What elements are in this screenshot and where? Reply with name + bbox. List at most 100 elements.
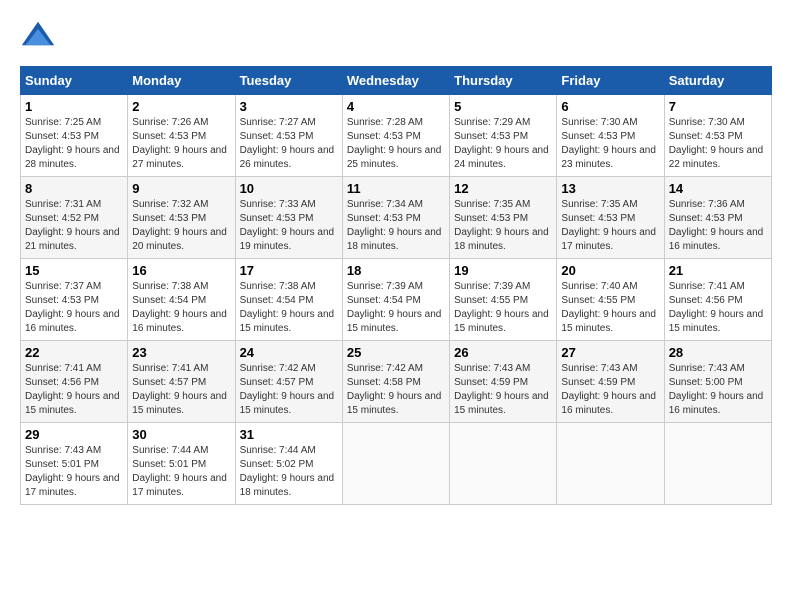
day-number: 9 [132,181,230,196]
calendar-day-cell: 21 Sunrise: 7:41 AMSunset: 4:56 PMDayligh… [664,259,771,341]
day-info: Sunrise: 7:42 AMSunset: 4:57 PMDaylight:… [240,362,338,418]
day-number: 21 [669,263,767,278]
calendar-day-cell: 19 Sunrise: 7:39 AMSunset: 4:55 PMDayligh… [450,259,557,341]
day-number: 7 [669,99,767,114]
day-info: Sunrise: 7:44 AMSunset: 5:02 PMDaylight:… [240,444,338,500]
calendar-week-row: 29 Sunrise: 7:43 AMSunset: 5:01 PMDayligh… [21,423,772,505]
day-number: 1 [25,99,123,114]
day-number: 11 [347,181,445,196]
day-info: Sunrise: 7:34 AMSunset: 4:53 PMDaylight:… [347,198,445,254]
calendar-day-cell: 28 Sunrise: 7:43 AMSunset: 5:00 PMDayligh… [664,341,771,423]
day-number: 3 [240,99,338,114]
calendar-day-cell: 20 Sunrise: 7:40 AMSunset: 4:55 PMDayligh… [557,259,664,341]
calendar-day-cell: 12 Sunrise: 7:35 AMSunset: 4:53 PMDayligh… [450,177,557,259]
calendar-day-cell: 2Sunrise: 7:26 AMSunset: 4:53 PMDaylight… [128,95,235,177]
calendar-day-cell: 4 Sunrise: 7:28 AMSunset: 4:53 PMDaylight… [342,95,449,177]
calendar-day-cell: 3Sunrise: 7:27 AMSunset: 4:53 PMDaylight… [235,95,342,177]
day-of-week-header: Monday [128,67,235,95]
day-info: Sunrise: 7:43 AMSunset: 4:59 PMDaylight:… [561,362,659,418]
day-of-week-header: Sunday [21,67,128,95]
day-info: Sunrise: 7:36 AMSunset: 4:53 PMDaylight:… [669,198,767,254]
calendar-header-row: SundayMondayTuesdayWednesdayThursdayFrid… [21,67,772,95]
calendar-day-cell: 22 Sunrise: 7:41 AMSunset: 4:56 PMDayligh… [21,341,128,423]
calendar-day-cell: 5 Sunrise: 7:29 AMSunset: 4:53 PMDaylight… [450,95,557,177]
day-info: Sunrise: 7:28 AMSunset: 4:53 PMDaylight:… [347,116,445,172]
day-number: 24 [240,345,338,360]
empty-calendar-cell [450,423,557,505]
day-info: Sunrise: 7:32 AMSunset: 4:53 PMDaylight:… [132,198,230,254]
calendar-day-cell: 23 Sunrise: 7:41 AMSunset: 4:57 PMDayligh… [128,341,235,423]
day-info: Sunrise: 7:35 AMSunset: 4:53 PMDaylight:… [454,198,552,254]
day-info: Sunrise: 7:44 AMSunset: 5:01 PMDaylight:… [132,444,230,500]
day-info: Sunrise: 7:41 AMSunset: 4:56 PMDaylight:… [25,362,123,418]
day-number: 6 [561,99,659,114]
day-number: 28 [669,345,767,360]
day-number: 16 [132,263,230,278]
day-number: 23 [132,345,230,360]
day-number: 14 [669,181,767,196]
day-number: 13 [561,181,659,196]
calendar-day-cell: 25 Sunrise: 7:42 AMSunset: 4:58 PMDayligh… [342,341,449,423]
day-info: Sunrise: 7:38 AMSunset: 4:54 PMDaylight:… [240,280,338,336]
calendar-day-cell: 8 Sunrise: 7:31 AMSunset: 4:52 PMDaylight… [21,177,128,259]
logo [20,20,62,56]
calendar-day-cell: 29 Sunrise: 7:43 AMSunset: 5:01 PMDayligh… [21,423,128,505]
day-info: Sunrise: 7:42 AMSunset: 4:58 PMDaylight:… [347,362,445,418]
day-number: 17 [240,263,338,278]
day-of-week-header: Friday [557,67,664,95]
day-number: 12 [454,181,552,196]
empty-calendar-cell [557,423,664,505]
calendar-day-cell: 26 Sunrise: 7:43 AMSunset: 4:59 PMDayligh… [450,341,557,423]
day-number: 29 [25,427,123,442]
day-info: Sunrise: 7:39 AMSunset: 4:54 PMDaylight:… [347,280,445,336]
calendar-day-cell: 11 Sunrise: 7:34 AMSunset: 4:53 PMDayligh… [342,177,449,259]
day-number: 19 [454,263,552,278]
day-number: 20 [561,263,659,278]
day-info: Sunrise: 7:33 AMSunset: 4:53 PMDaylight:… [240,198,338,254]
day-number: 8 [25,181,123,196]
calendar-day-cell: 31 Sunrise: 7:44 AMSunset: 5:02 PMDayligh… [235,423,342,505]
day-info: Sunrise: 7:30 AMSunset: 4:53 PMDaylight:… [669,116,767,172]
day-of-week-header: Tuesday [235,67,342,95]
day-info: Sunrise: 7:43 AMSunset: 5:00 PMDaylight:… [669,362,767,418]
calendar-day-cell: 27 Sunrise: 7:43 AMSunset: 4:59 PMDayligh… [557,341,664,423]
day-number: 10 [240,181,338,196]
day-info: Sunrise: 7:39 AMSunset: 4:55 PMDaylight:… [454,280,552,336]
calendar-day-cell: 17 Sunrise: 7:38 AMSunset: 4:54 PMDayligh… [235,259,342,341]
calendar-week-row: 22 Sunrise: 7:41 AMSunset: 4:56 PMDayligh… [21,341,772,423]
day-number: 27 [561,345,659,360]
calendar-day-cell: 9 Sunrise: 7:32 AMSunset: 4:53 PMDaylight… [128,177,235,259]
day-info: Sunrise: 7:38 AMSunset: 4:54 PMDaylight:… [132,280,230,336]
day-info: Sunrise: 7:40 AMSunset: 4:55 PMDaylight:… [561,280,659,336]
day-number: 31 [240,427,338,442]
day-info: Sunrise: 7:35 AMSunset: 4:53 PMDaylight:… [561,198,659,254]
calendar-week-row: 15Sunrise: 7:37 AMSunset: 4:53 PMDayligh… [21,259,772,341]
day-number: 30 [132,427,230,442]
day-number: 15 [25,263,123,278]
calendar-day-cell: 14 Sunrise: 7:36 AMSunset: 4:53 PMDayligh… [664,177,771,259]
day-of-week-header: Wednesday [342,67,449,95]
day-info: Sunrise: 7:41 AMSunset: 4:57 PMDaylight:… [132,362,230,418]
day-number: 25 [347,345,445,360]
day-info: Sunrise: 7:29 AMSunset: 4:53 PMDaylight:… [454,116,552,172]
calendar-day-cell: 18 Sunrise: 7:39 AMSunset: 4:54 PMDayligh… [342,259,449,341]
day-number: 22 [25,345,123,360]
calendar-day-cell: 7 Sunrise: 7:30 AMSunset: 4:53 PMDaylight… [664,95,771,177]
day-info: Sunrise: 7:43 AMSunset: 4:59 PMDaylight:… [454,362,552,418]
calendar-day-cell: 15Sunrise: 7:37 AMSunset: 4:53 PMDayligh… [21,259,128,341]
day-number: 26 [454,345,552,360]
day-number: 4 [347,99,445,114]
calendar-day-cell: 30 Sunrise: 7:44 AMSunset: 5:01 PMDayligh… [128,423,235,505]
calendar-day-cell: 13 Sunrise: 7:35 AMSunset: 4:53 PMDayligh… [557,177,664,259]
calendar-week-row: 1Sunrise: 7:25 AMSunset: 4:53 PMDaylight… [21,95,772,177]
day-number: 18 [347,263,445,278]
empty-calendar-cell [664,423,771,505]
day-number: 2 [132,99,230,114]
day-info: Sunrise: 7:31 AMSunset: 4:52 PMDaylight:… [25,198,123,254]
page-header [20,20,772,56]
day-info: Sunrise: 7:43 AMSunset: 5:01 PMDaylight:… [25,444,123,500]
day-number: 5 [454,99,552,114]
calendar-table: SundayMondayTuesdayWednesdayThursdayFrid… [20,66,772,505]
day-info: Sunrise: 7:41 AMSunset: 4:56 PMDaylight:… [669,280,767,336]
calendar-week-row: 8 Sunrise: 7:31 AMSunset: 4:52 PMDaylight… [21,177,772,259]
